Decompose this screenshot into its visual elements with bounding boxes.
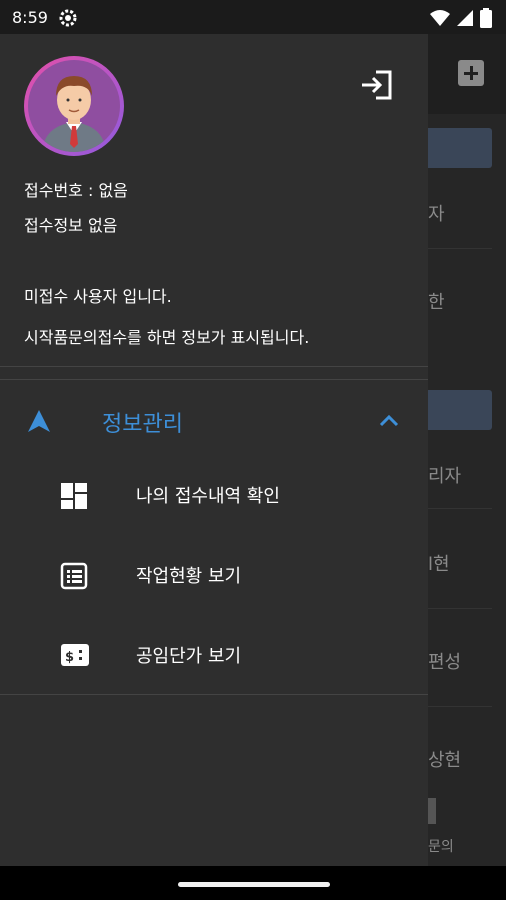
- battery-icon: [480, 8, 492, 32]
- background-item: 리자: [428, 466, 462, 487]
- background-bottom-label: 문의: [428, 839, 454, 855]
- background-divider: [428, 608, 492, 609]
- signal-icon: [456, 9, 474, 31]
- divider: [0, 379, 428, 380]
- menu-item-label: 공임단가 보기: [136, 646, 242, 667]
- status-bar: 8:59: [0, 0, 506, 34]
- wifi-icon: [430, 9, 450, 31]
- background-item: 편성: [428, 652, 462, 673]
- status-time: 8:59: [12, 8, 48, 27]
- list-icon: [60, 562, 88, 594]
- background-item: l현: [428, 554, 450, 575]
- menu-item-label: 나의 접수내역 확인: [136, 486, 280, 507]
- background-item: 자: [428, 204, 445, 225]
- section-label: 정보관리: [102, 412, 183, 437]
- user-status: 미접수 사용자 입니다.: [24, 287, 172, 306]
- login-icon[interactable]: [360, 70, 394, 104]
- info-hint: 시작품문의접수를 하면 정보가 표시됩니다.: [24, 328, 310, 347]
- background-divider: [428, 706, 492, 707]
- menu-item-work-status[interactable]: 작업현황 보기: [0, 544, 428, 608]
- background-divider: [428, 508, 492, 509]
- receipt-info: 접수정보 없음: [24, 216, 118, 235]
- background-item: 한: [428, 292, 445, 313]
- receipt-number: 접수번호 : 없음: [24, 181, 128, 200]
- section-info-management[interactable]: 정보관리: [0, 384, 428, 456]
- navigation-arrow-icon: [26, 408, 52, 438]
- add-icon[interactable]: [458, 60, 484, 86]
- divider: [0, 366, 428, 367]
- navigation-bar: [0, 866, 506, 900]
- background-item: 상현: [428, 750, 462, 771]
- avatar: [24, 56, 124, 156]
- home-handle[interactable]: [178, 882, 330, 887]
- settings-gear-icon: [58, 8, 78, 32]
- price-icon: $: [60, 642, 90, 672]
- menu-item-label: 작업현황 보기: [136, 566, 242, 587]
- menu-item-labor-cost[interactable]: $ 공임단가 보기: [0, 624, 428, 688]
- menu-item-my-receipts[interactable]: 나의 접수내역 확인: [0, 464, 428, 528]
- svg-text:$: $: [65, 650, 74, 665]
- chevron-up-icon[interactable]: [378, 412, 400, 432]
- navigation-drawer: 접수번호 : 없음 접수정보 없음 미접수 사용자 입니다. 시작품문의접수를 …: [0, 34, 428, 866]
- background-divider: [428, 248, 492, 249]
- divider: [0, 694, 428, 695]
- dashboard-icon: [60, 482, 88, 514]
- avatar-image: [28, 60, 120, 152]
